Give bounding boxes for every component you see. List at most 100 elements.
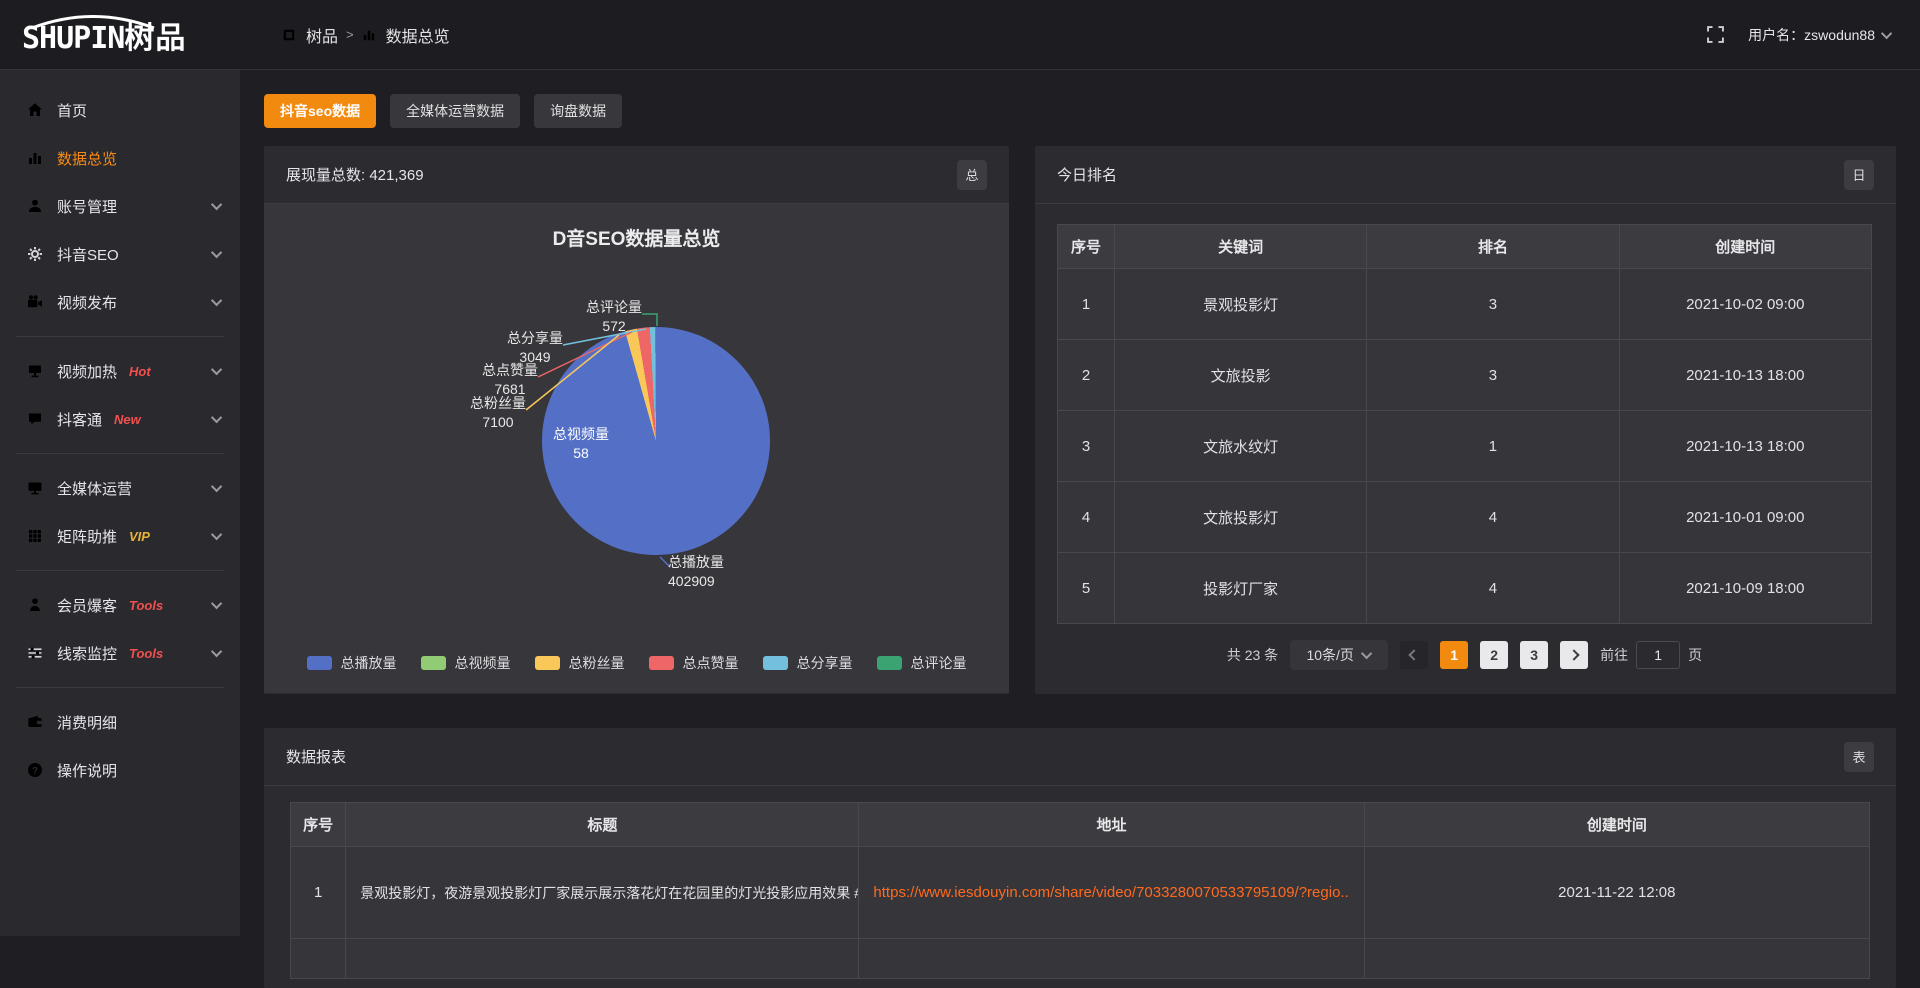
legend-item-comments[interactable]: 总评论量 — [877, 653, 967, 673]
table-cell-created: 2021-10-13 18:00 — [1620, 340, 1872, 411]
sidebar-item-label: 抖音SEO — [57, 244, 119, 265]
pie-label-videos: 总视频量58 — [526, 425, 636, 463]
sidebar-item-label: 矩阵助推 — [57, 526, 117, 547]
chevron-down-icon — [211, 412, 222, 423]
chevron-down-icon — [211, 295, 222, 306]
pagination-total: 共 23 条 — [1227, 645, 1278, 665]
table-cell-index: 3 — [1058, 411, 1115, 482]
today-ranking-panel: 今日排名 日 序号 关键词 排名 创建时间 1 景观投影灯 3 2021-10-… — [1035, 146, 1896, 694]
breadcrumb-separator: > — [346, 27, 354, 42]
sidebar-item-member-baoke[interactable]: 会员爆客 Tools — [0, 581, 240, 629]
table-cell-rank: 3 — [1367, 340, 1619, 411]
table-cell-created: 2021-10-13 18:00 — [1620, 411, 1872, 482]
sidebar-item-media-operation[interactable]: 全媒体运营 — [0, 464, 240, 512]
chevron-down-icon — [211, 247, 222, 258]
user-menu[interactable]: 用户名：zswodun88 — [1748, 25, 1892, 45]
goto-page-input[interactable] — [1636, 641, 1680, 669]
user-icon — [26, 198, 44, 214]
hot-badge: Hot — [129, 364, 151, 379]
sidebar-item-home[interactable]: 首页 — [0, 86, 240, 134]
sidebar-item-matrix-boost[interactable]: 矩阵助推 VIP — [0, 512, 240, 560]
table-cell-index — [291, 939, 346, 979]
sidebar-item-clue-monitor[interactable]: 线索监控 Tools — [0, 629, 240, 677]
main-content: 抖音seo数据 全媒体运营数据 询盘数据 展现量总数: 421,369 总 D音… — [240, 70, 1920, 988]
sidebar-item-video-heat[interactable]: 视频加热 Hot — [0, 347, 240, 395]
legend-chip — [649, 656, 674, 670]
table-cell-keyword: 投影灯厂家 — [1115, 553, 1367, 624]
sidebar-item-account[interactable]: 账号管理 — [0, 182, 240, 230]
chevron-down-icon — [211, 646, 222, 657]
sidebar-item-video-publish[interactable]: 视频发布 — [0, 278, 240, 326]
table-cell-keyword: 文旅水纹灯 — [1115, 411, 1367, 482]
fullscreen-icon[interactable] — [1707, 26, 1724, 43]
legend-chip — [763, 656, 788, 670]
legend-item-shares[interactable]: 总分享量 — [763, 653, 853, 673]
sidebar-divider — [16, 336, 224, 337]
legend-chip — [877, 656, 902, 670]
tab-inquiry-data[interactable]: 询盘数据 — [534, 94, 622, 128]
sidebar: 首页 数据总览 账号管理 抖音SEO 视频发布 视频加热 Hot 抖客通 New… — [0, 70, 240, 936]
sidebar-item-consumption-detail[interactable]: 消费明细 — [0, 698, 240, 746]
sidebar-item-douketong[interactable]: 抖客通 New — [0, 395, 240, 443]
sidebar-item-data-overview[interactable]: 数据总览 — [0, 134, 240, 182]
table-cell-created: 2021-10-01 09:00 — [1620, 482, 1872, 553]
table-cell-rank: 3 — [1367, 269, 1619, 340]
data-report-panel: 数据报表 表 序号 标题 地址 创建时间 1 景观投影灯，夜游景观投影灯厂家展示… — [264, 728, 1896, 988]
table-cell-created: 2021-11-22 12:08 — [1365, 847, 1870, 939]
column-header: 排名 — [1367, 225, 1619, 269]
legend-item-videos[interactable]: 总视频量 — [421, 653, 511, 673]
impression-overview-panel: 展现量总数: 421,369 总 D音SEO数据量总览 总评论量572 总分 — [264, 146, 1009, 694]
ranking-table: 序号 关键词 排名 创建时间 1 景观投影灯 3 2021-10-02 09:0… — [1057, 224, 1872, 624]
sidebar-item-instructions[interactable]: 操作说明 — [0, 746, 240, 794]
tab-media-operation-data[interactable]: 全媒体运营数据 — [390, 94, 520, 128]
grid-icon — [26, 528, 44, 544]
breadcrumb-current[interactable]: 数据总览 — [386, 23, 450, 47]
sidebar-divider — [16, 453, 224, 454]
comment-icon — [26, 411, 44, 427]
table-cell-title — [346, 939, 859, 979]
bar-chart-icon — [362, 28, 376, 42]
next-page-button[interactable] — [1560, 641, 1588, 669]
chevron-down-icon — [211, 364, 222, 375]
goto-suffix: 页 — [1688, 645, 1702, 665]
column-header: 创建时间 — [1620, 225, 1872, 269]
sidebar-item-label: 线索监控 — [57, 643, 117, 664]
chevron-down-icon — [211, 481, 222, 492]
app-square-icon — [282, 28, 296, 42]
app-logo[interactable]: SHUPIN树品 — [0, 13, 240, 57]
table-cell-index: 4 — [1058, 482, 1115, 553]
tab-douyin-seo-data[interactable]: 抖音seo数据 — [264, 94, 376, 128]
home-icon — [26, 102, 44, 118]
page-button-3[interactable]: 3 — [1520, 641, 1548, 669]
sidebar-divider — [16, 687, 224, 688]
question-circle-icon — [26, 762, 44, 778]
person-icon — [26, 597, 44, 613]
column-header: 序号 — [291, 803, 346, 847]
prev-page-button[interactable] — [1400, 641, 1428, 669]
legend-item-fans[interactable]: 总粉丝量 — [535, 653, 625, 673]
sidebar-item-douyin-seo[interactable]: 抖音SEO — [0, 230, 240, 278]
page-button-1[interactable]: 1 — [1440, 641, 1468, 669]
pie-chart-area: D音SEO数据量总览 总评论量572 总分享量3049 总点赞量7681 — [264, 204, 1009, 693]
table-cell-rank: 1 — [1367, 411, 1619, 482]
chevron-down-icon — [211, 598, 222, 609]
bar-chart-icon — [26, 150, 44, 166]
tools-badge: Tools — [129, 646, 163, 661]
table-cell-index: 5 — [1058, 553, 1115, 624]
daily-view-button[interactable]: 日 — [1844, 160, 1874, 190]
table-cell-keyword: 景观投影灯 — [1115, 269, 1367, 340]
page-size-select[interactable]: 10条/页 — [1290, 640, 1388, 670]
video-link[interactable]: https://www.iesdouyin.com/share/video/70… — [873, 884, 1349, 901]
table-cell-rank: 4 — [1367, 482, 1619, 553]
vip-badge: VIP — [129, 529, 150, 544]
total-view-button[interactable]: 总 — [957, 160, 987, 190]
breadcrumb-root[interactable]: 树品 — [306, 23, 338, 47]
legend-item-plays[interactable]: 总播放量 — [307, 653, 397, 673]
top-header: SHUPIN树品 树品 > 数据总览 用户名：zswodun88 — [0, 0, 1920, 70]
legend-item-likes[interactable]: 总点赞量 — [649, 653, 739, 673]
table-cell-index: 2 — [1058, 340, 1115, 411]
page-button-2[interactable]: 2 — [1480, 641, 1508, 669]
table-cell-url — [859, 939, 1364, 979]
table-view-button[interactable]: 表 — [1844, 742, 1874, 772]
table-cell-keyword: 文旅投影灯 — [1115, 482, 1367, 553]
